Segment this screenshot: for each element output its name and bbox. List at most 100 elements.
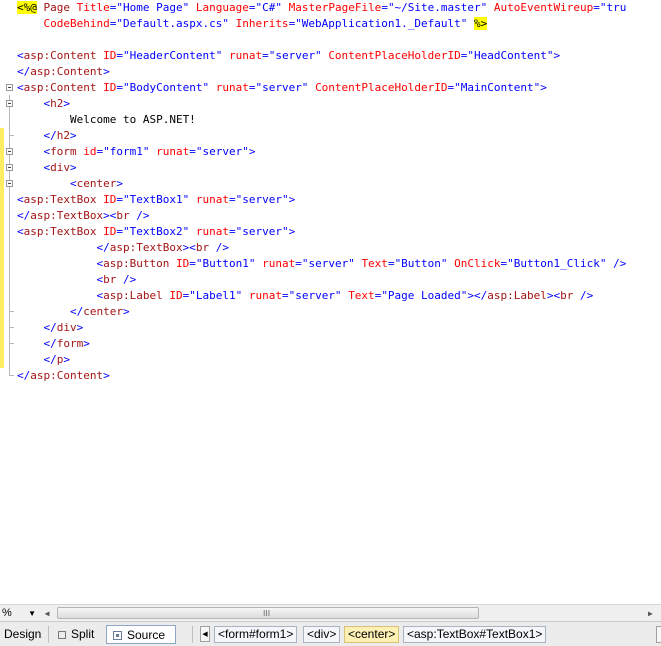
code-token: br <box>560 289 574 302</box>
code-token: = <box>189 145 196 158</box>
code-line[interactable]: </asp:Content> <box>17 368 110 384</box>
code-token: br <box>195 241 210 254</box>
code-token: > <box>540 81 547 94</box>
code-token: MasterPageFile <box>288 1 382 14</box>
code-token: "Button1" <box>195 257 256 270</box>
code-line[interactable]: <asp:Content ID="BodyContent" runat="ser… <box>17 80 547 96</box>
code-token: </ <box>474 289 488 302</box>
code-line[interactable]: <asp:Content ID="HeaderContent" runat="s… <box>17 48 560 64</box>
code-token: ID <box>103 81 117 94</box>
code-token: ID <box>103 49 117 62</box>
code-token: CodeBehind <box>43 17 110 30</box>
code-token: = <box>387 257 395 270</box>
outline-guide-end <box>9 343 14 344</box>
code-token: > <box>116 177 123 190</box>
code-line[interactable]: </p> <box>17 352 71 368</box>
triangle-left-icon[interactable]: ◀ <box>200 626 210 642</box>
code-token: = <box>262 49 269 62</box>
breadcrumb-scroll-right[interactable] <box>656 626 661 643</box>
tab-split-label: Split <box>71 627 95 641</box>
collapse-minus-icon[interactable] <box>6 100 13 107</box>
code-token: /> <box>606 257 627 270</box>
code-line[interactable]: <asp:Label ID="Label1" runat="server" Te… <box>17 288 593 304</box>
tab-design-label: Design <box>4 627 42 641</box>
code-line[interactable]: <asp:TextBox ID="TextBox2" runat="server… <box>17 224 295 240</box>
code-line[interactable]: </asp:TextBox><br /> <box>17 240 228 256</box>
tab-split[interactable]: Split <box>58 625 94 644</box>
code-token: "WebApplication1._Default" <box>295 17 468 30</box>
code-token: > <box>76 321 84 334</box>
code-token: Page <box>36 1 77 14</box>
code-line[interactable]: <center> <box>17 176 123 192</box>
arrow-right-icon[interactable]: ▶ <box>648 608 658 619</box>
code-line[interactable]: Welcome to ASP.NET! <box>17 112 196 128</box>
code-token: runat <box>195 193 229 206</box>
code-token: center <box>76 177 117 190</box>
code-token: = <box>116 193 123 206</box>
outline-guide-end <box>9 327 14 328</box>
code-line[interactable]: </form> <box>17 336 90 352</box>
code-line[interactable]: <h2> <box>17 96 71 112</box>
code-line[interactable]: <%@ Page Title = "Home Page" Language = "C#"… <box>17 0 626 16</box>
code-token: "MainContent" <box>454 81 541 94</box>
code-token: = <box>281 289 289 302</box>
code-token: ID <box>103 225 117 238</box>
code-line[interactable]: CodeBehind="Default.aspx.cs" Inherits="W… <box>17 16 488 32</box>
arrow-left-icon[interactable]: ◀ <box>42 608 52 619</box>
collapse-minus-icon[interactable] <box>6 84 13 91</box>
code-token: "server" <box>268 49 322 62</box>
code-line[interactable]: <div> <box>17 160 77 176</box>
code-token: </ <box>96 241 110 254</box>
code-token: = <box>116 81 123 94</box>
code-token: "Page Loaded" <box>381 289 468 302</box>
code-line[interactable]: <asp:Button ID="Button1" runat="server" … <box>17 256 626 272</box>
breadcrumb-textbox[interactable]: <asp:TextBox#TextBox1> <box>403 626 547 643</box>
code-line[interactable]: <br /> <box>17 272 136 288</box>
tab-source-label: Source <box>127 628 166 642</box>
code-token: center <box>83 305 123 318</box>
code-token: "C#" <box>255 1 282 14</box>
code-line[interactable]: <form id="form1" runat="server"> <box>17 144 256 160</box>
tab-source[interactable]: Source <box>106 625 176 644</box>
code-line[interactable]: <asp:TextBox ID="TextBox1" runat="server… <box>17 192 295 208</box>
breadcrumb-center[interactable]: <center> <box>344 626 400 643</box>
zoom-dropdown[interactable]: % ▼ <box>2 607 36 620</box>
code-line[interactable]: </asp:TextBox><br /> <box>17 208 149 224</box>
code-line[interactable]: </center> <box>17 304 130 320</box>
code-token: "HeaderContent" <box>122 49 223 62</box>
collapse-minus-icon[interactable] <box>6 164 13 171</box>
code-token: < <box>69 177 77 190</box>
tab-design[interactable]: Design <box>4 625 41 644</box>
code-token: runat <box>228 49 263 62</box>
collapse-minus-icon[interactable] <box>6 148 13 155</box>
code-token: > <box>83 337 90 350</box>
code-token: "~/Site.master" <box>387 1 488 14</box>
chevron-down-icon[interactable]: ▼ <box>28 607 36 620</box>
code-editor[interactable]: <%@ Page Title = "Home Page" Language = "C#"… <box>0 0 661 604</box>
breadcrumb-form[interactable]: <form#form1> <box>214 626 298 643</box>
code-token: > <box>122 305 130 318</box>
code-token: runat <box>262 257 296 270</box>
horizontal-scrollbar[interactable]: III <box>55 607 645 619</box>
code-token: id <box>83 145 97 158</box>
scrollbar-thumb[interactable]: III <box>57 607 479 619</box>
collapse-minus-icon[interactable] <box>6 180 13 187</box>
code-token: = <box>189 257 196 270</box>
code-line[interactable]: </h2> <box>17 128 77 144</box>
code-token: asp:Label <box>487 289 547 302</box>
code-token: = <box>295 257 302 270</box>
code-token: asp:Button <box>103 257 170 270</box>
code-token: asp:Content <box>30 65 104 78</box>
code-token: asp:Content <box>23 49 97 62</box>
code-line[interactable]: </div> <box>17 320 84 336</box>
code-line[interactable]: </asp:Content> <box>17 64 110 80</box>
breadcrumb-div[interactable]: <div> <box>303 626 341 643</box>
